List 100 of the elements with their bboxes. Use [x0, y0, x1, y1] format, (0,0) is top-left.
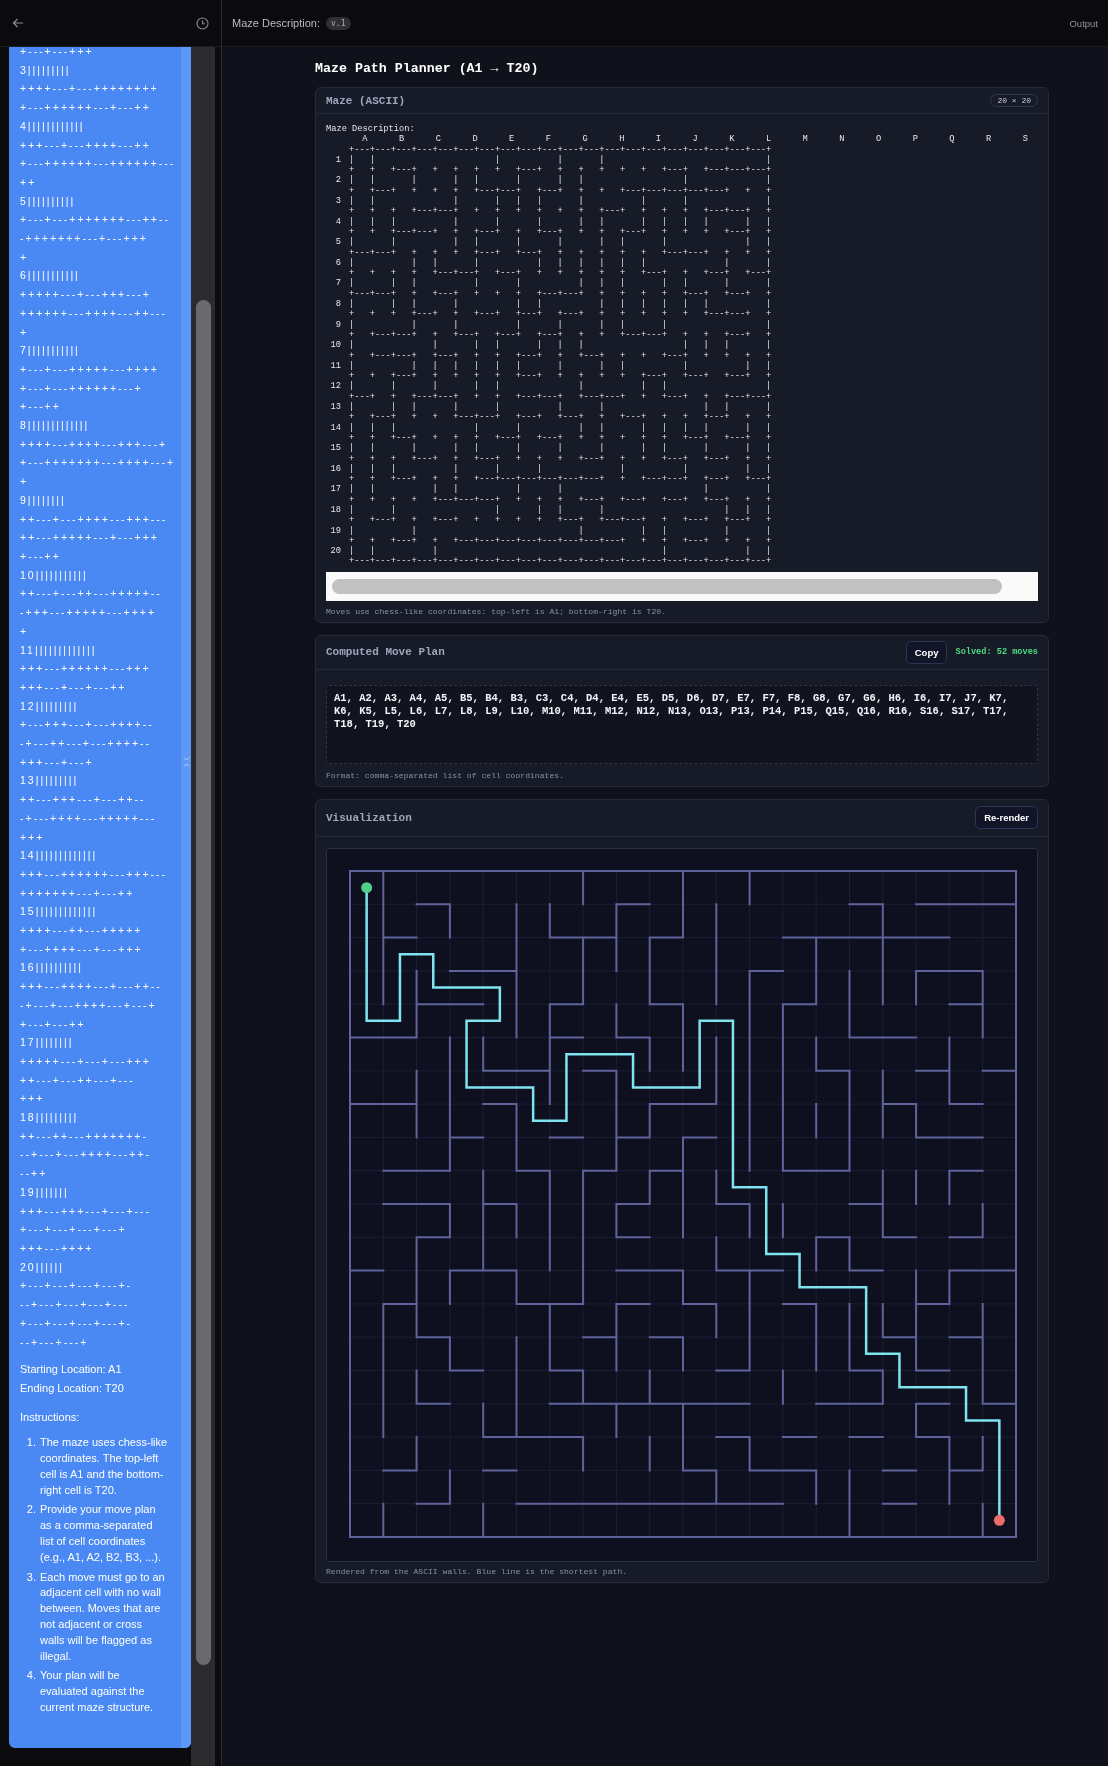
maze-text-line: + + + +---+ + +---+ +---+ +---+ + + + + + +---+---+ + — [349, 309, 772, 320]
maze-text-line: -+---++++---+++++--- — [20, 810, 158, 826]
instructions-label: Instructions: — [20, 1410, 81, 1426]
maze-text-line: + + +---+ + + + +---+ +---+ + + + + + +---+ +---+ + — [349, 432, 772, 443]
maze-text-line: | | | | | | | | | | | | | — [349, 422, 772, 433]
maze-text-line: 8||||||||||||| — [20, 418, 91, 434]
row-number: 16 — [329, 463, 341, 475]
maze-text-line: + + +---+---+ + +---+ + +---+ + + +---+ + + + +---+ + — [349, 226, 772, 237]
row-number: 4 — [334, 216, 341, 227]
row-number: 17 — [329, 484, 341, 495]
maze-text-line: +---+---+---+---+ — [20, 1222, 128, 1238]
instruction-text: Provide your move plan as a comma-separated list of cell coordinates (e.g., A1, A2, B2, B3, ...). — [40, 1502, 163, 1565]
maze-text-line: 14||||||||||||| — [20, 848, 99, 864]
column-label: F — [544, 134, 552, 145]
maze-text-line: 17|||||||| — [20, 1035, 75, 1051]
maze-text-line: + +---+ + +---+ + + + + +---+ +---+---+ + +---+ +---+ + — [349, 515, 772, 526]
maze-text-line: | | | | | | | | | | | | | — [349, 299, 772, 310]
maze-text-line: +---+---+---+---+- — [20, 1315, 134, 1331]
maze-text-line: +---+---+++ — [20, 47, 95, 59]
maze-text-line: + +---+---+ +---+ + + +---+ + +---+ + + +---+ + + + + — [349, 350, 772, 361]
row-number: 12 — [329, 381, 341, 392]
horizontal-scrollbar[interactable] — [326, 571, 1038, 601]
maze-text-line: 4|||||||||||| — [20, 118, 86, 134]
maze-text-line: +++---+---++++---++ — [20, 137, 152, 153]
maze-text-line: + + +---+ + + + + +---+ + + + + + +---+ +---+---+---+ — [349, 165, 772, 176]
column-label: G — [581, 134, 589, 145]
column-label: N — [838, 134, 846, 145]
maze-text-line: +---+ + +---+---+ + + +---+---+ +---+---+ + +---+ + +---+---+ — [349, 391, 772, 402]
rerender-button[interactable]: Re-render — [975, 806, 1038, 830]
column-label: C — [434, 134, 442, 145]
instruction-text: The maze uses chess-like coordinates. The top-left cell is A1 and the bottom-right cell is T20. — [40, 1435, 168, 1498]
maze-text-line: + — [20, 623, 30, 639]
maze-text-line: + +---+---+ + +---+ +---+ +---+ + + +---+---+ + + +---+ + — [349, 329, 772, 340]
column-label: S — [1021, 134, 1029, 145]
row-number: 11 — [329, 360, 341, 372]
version-badge: v.1 — [326, 16, 351, 30]
maze-text-line: 18||||||||| — [20, 1110, 80, 1126]
maze-text-line: | | | | | | | | | | | | | — [349, 443, 772, 454]
maze-text-line: | | | | | | | | | | — [349, 175, 772, 186]
maze-text-line: + + +---+ + + +---+---+---+---+---+---+ + +---+---+ +---+ +---+ — [349, 474, 772, 485]
back-icon[interactable] — [12, 17, 24, 29]
maze-text-line: 10||||||||||| — [20, 567, 89, 583]
maze-text-line: | | | | | | | | | — [349, 505, 772, 516]
maze-text-line: | | | | | | | | | | — [349, 402, 772, 413]
maze-text-line: +---+---+---+---+---+---+---+---+---+---+---+---+---+---+---+---+---+---+---+---+ — [349, 556, 772, 567]
maze-text-line: 19||||||| — [20, 1184, 70, 1200]
output-tab[interactable]: Output — [1069, 17, 1098, 29]
maze-text-line: | | | | | | | | | | | | — [349, 278, 772, 289]
column-label: L — [764, 134, 773, 145]
maze-text-line: +---+---+ + + + +---+ +---+ + + + + + +---+---+ + + + — [349, 247, 772, 258]
maze-text-line: + + + +---+---+ + + + + + + +---+ + + + +---+---+ + — [349, 206, 772, 217]
maze-text-line: +++++---+---+---+++ — [20, 1053, 152, 1069]
instruction-text: Your plan will be evaluated against the current maze structure. — [40, 1668, 155, 1715]
maze-text-line: | | | | | | | | | | | — [349, 237, 772, 248]
row-number: 13 — [329, 402, 341, 413]
maze-text-line: +---+---+++++---++++ — [20, 361, 160, 377]
maze-text-line: + + + + +---+---+---+ + + + +---+ +---+ +---+ +---+ + + — [349, 494, 772, 505]
page-title: Maze Path Planner (A1 → T20) — [315, 61, 540, 77]
copy-button[interactable]: Copy — [905, 640, 948, 664]
maze-text-line: +---++++++---+---++ — [20, 100, 152, 116]
maze-text-line: +---+++---+---++++-- — [20, 717, 155, 733]
maze-text-line: +---++++++---++++++--- — [20, 156, 177, 172]
maze-text-line: +---++ — [20, 549, 62, 564]
row-number: 19 — [329, 525, 341, 536]
maze-text-line: + + + +---+ + +---+ + + + +---+ + + +---+ +---+ + + — [349, 453, 772, 464]
maze-text-line: +++++++---+---++ — [20, 885, 136, 901]
maze-text-line: +---+++++++---++++---+ — [20, 455, 177, 471]
column-label: R — [985, 134, 993, 145]
maze-text-line: +++---+---+---++ — [20, 679, 128, 695]
maze-text-line: 13||||||||| — [20, 773, 80, 789]
row-number: 7 — [334, 278, 341, 289]
column-label: B — [398, 134, 406, 145]
maze-text-line: --+---+---+ — [20, 1334, 90, 1350]
maze-text-line: + + +---+ + +---+---+---+---+---+---+---+---+ + + +---+ + + + — [349, 535, 772, 546]
maze-text-line: | | | | | | | | | — [349, 319, 772, 330]
maze-text-line: 15||||||||||||| — [20, 904, 99, 920]
maze-description-label: Maze Description: — [326, 124, 416, 135]
scrollbar[interactable] — [196, 300, 211, 1665]
row-number: 9 — [334, 319, 341, 330]
history-icon[interactable] — [196, 16, 209, 30]
maze-text-line: | | | | | | | | | | | — [349, 340, 772, 351]
maze-text-line: 5|||||||||| — [20, 193, 77, 209]
maze-text-line: 9|||||||| — [20, 492, 67, 508]
maze-text-line: ++---++---+++++++- — [20, 1128, 149, 1144]
maze-text-line: +---+---++ — [20, 1016, 87, 1032]
move-plan-field[interactable]: A1, A2, A3, A4, A5, B5, B4, B3, C3, C4, D4, E4, E5, D5, D6, D7, E7, F7, F8, G8, G7, G6, H6, I6, I7, J7, K7, K6, K5, L5, L6, L7, L8, L9, L10, M10, M11, M12, N12, N13, O13, P13, P14, P15, Q15, Q16, R16, S16, S17, T17, T18, T19, T20 — [326, 684, 1038, 764]
row-number: 8 — [334, 299, 341, 310]
maze-text-line: -+---++---+---++++-- — [20, 736, 152, 751]
maze-text-line: + — [20, 324, 30, 340]
column-label: A — [361, 134, 369, 145]
caption-text: Rendered from the ASCII walls. Blue line is the shortest path. — [326, 1566, 629, 1576]
column-label: E — [508, 134, 516, 145]
row-number: 20 — [329, 546, 341, 557]
maze-text-line: + +---+ + + +---+---+ +---+ +---+ + +---+ + + +---+ + + — [349, 412, 772, 423]
panel-title: Maze Description: — [232, 17, 321, 29]
maze-text-line: 6||||||||||| — [20, 268, 81, 284]
maze-text-line: +---+---+++++++---++-- — [20, 212, 171, 228]
column-label: H — [618, 134, 626, 145]
maze-text-line: +---+---+---+---+---+---+---+---+---+---+---+---+---+---+---+---+---+---+---+---+ — [349, 144, 772, 155]
row-number: 2 — [334, 175, 341, 186]
